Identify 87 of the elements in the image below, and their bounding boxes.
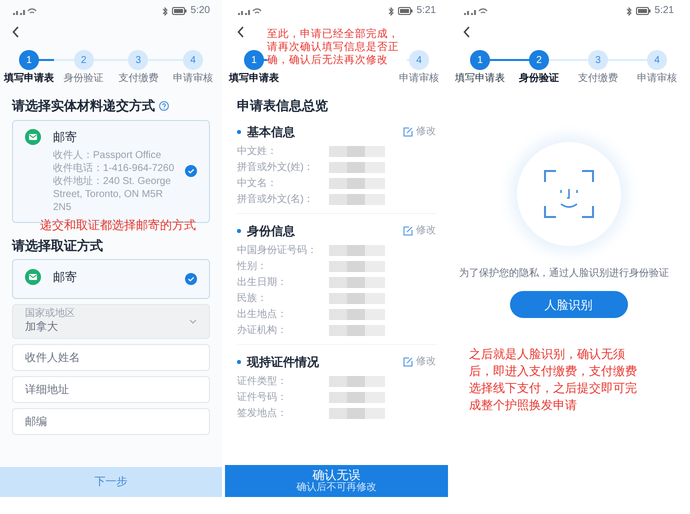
section-title: 现持证件情况 [247,354,319,370]
mail-icon [25,269,41,285]
field-label: 国家或地区 [25,308,76,320]
help-icon[interactable] [159,100,169,111]
bluetooth-icon [626,6,632,16]
mail-icon [25,128,41,144]
field-label: 证件类型： [237,374,288,389]
redaction-block [329,261,385,272]
step-label: 支付缴费 [578,74,618,84]
bullet-icon [237,228,241,232]
redaction-block [329,309,385,320]
bullet-icon [237,130,241,134]
option-title: 邮寄 [53,269,78,285]
option-card[interactable]: 邮寄 [12,259,210,299]
section-title: 身份信息 [247,222,295,240]
field-label: 签发地点： [237,406,288,421]
option-detail: 收件电话：1-416-964-7260 [53,162,176,174]
battery-icon [398,7,413,15]
edit-link[interactable]: 修改 [403,223,436,238]
field-label: 办证机构： [237,324,288,338]
redaction-block [329,293,385,304]
back-icon[interactable] [237,26,245,38]
redaction-block [329,325,385,336]
signal-icon [237,6,263,16]
step-label: 支付缴费 [118,74,158,84]
redaction-block [329,245,385,256]
edit-icon [403,226,413,236]
step-label: 身份验证 [64,74,104,84]
redaction-block [329,277,385,288]
section-heading: 请选择取证方式 [10,236,104,254]
face-recognition-button[interactable]: 人脸识别 [510,291,628,318]
redaction-block [329,392,385,403]
page-heading: 申请表信息总览 [236,97,329,115]
redaction-block [329,408,385,419]
step-label: 申请审核 [637,74,677,84]
bullet-icon [237,360,241,364]
edit-icon [403,356,413,366]
chevron-icon [189,319,197,324]
redaction-block [329,146,385,157]
edit-link[interactable]: 修改 [403,354,436,369]
battery-icon [636,7,651,15]
option-title: 邮寄 [53,128,78,144]
redaction-block [329,162,385,173]
field-value: 加拿大 [25,320,59,335]
annotation-text: 之后就是人脸识别，确认无须后，即进入支付缴费，支付缴费选择线下支付，之后提交即可完成整个护照换发申请 [469,346,637,414]
status-time: 5:20 [190,6,210,16]
field-label: 中文名： [237,176,278,191]
step-label: 填写申请表 [4,74,54,84]
field-label: 出生地点： [237,308,288,322]
status-time: 5:21 [416,6,436,16]
signal-icon [463,6,489,16]
field-label: 拼音或外文(名)： [237,192,315,207]
back-icon[interactable] [463,26,471,38]
input-field[interactable]: 收件人姓名 [12,344,210,371]
signal-icon [12,6,38,16]
step-label: 填写申请表 [229,74,279,84]
option-detail: 收件人：Passport Office [53,148,162,162]
face-scan-icon [542,168,594,220]
field-label: 性别： [237,260,268,274]
section-title: 基本信息 [247,124,295,140]
field-label: 拼音或外文(姓)： [237,160,315,175]
field-label: 中文姓： [237,144,278,159]
input-field[interactable]: 详细地址 [12,376,210,403]
edit-link[interactable]: 修改 [403,124,436,139]
field-label: 民族： [237,292,268,306]
option-detail: 收件地址：240 St. George Street, Toronto, ON M5R 2N5 [53,174,172,214]
edit-icon [403,126,413,136]
confirm-button[interactable]: 确认无误 确认后不可再修改 [225,465,448,497]
status-time: 5:21 [654,6,674,16]
field-label: 出生日期： [237,276,288,290]
step-label: 填写申请表 [455,74,505,84]
section-heading: 请选择实体材料递交方式 [12,97,155,115]
field-label: 中国身份证号码： [237,244,318,258]
field-label: 证件号码： [237,391,288,405]
step-label: 身份验证 [519,74,559,84]
bluetooth-icon [162,6,168,16]
privacy-note: 为了保护您的隐私，通过人脸识别进行身份验证 [458,266,670,281]
redaction-block [329,194,385,205]
bluetooth-icon [388,6,394,16]
step-label: 申请审核 [172,74,213,84]
input-field[interactable]: 邮编 [12,408,210,435]
annotation-text: 至此，申请已经全部完成，请再次确认填写信息是否正确，确认后无法再次修改 [267,28,407,67]
battery-icon [172,7,187,15]
back-icon[interactable] [12,26,20,38]
redaction-block [329,376,385,387]
step-label: 申请审核 [399,74,439,84]
redaction-block [329,178,385,189]
